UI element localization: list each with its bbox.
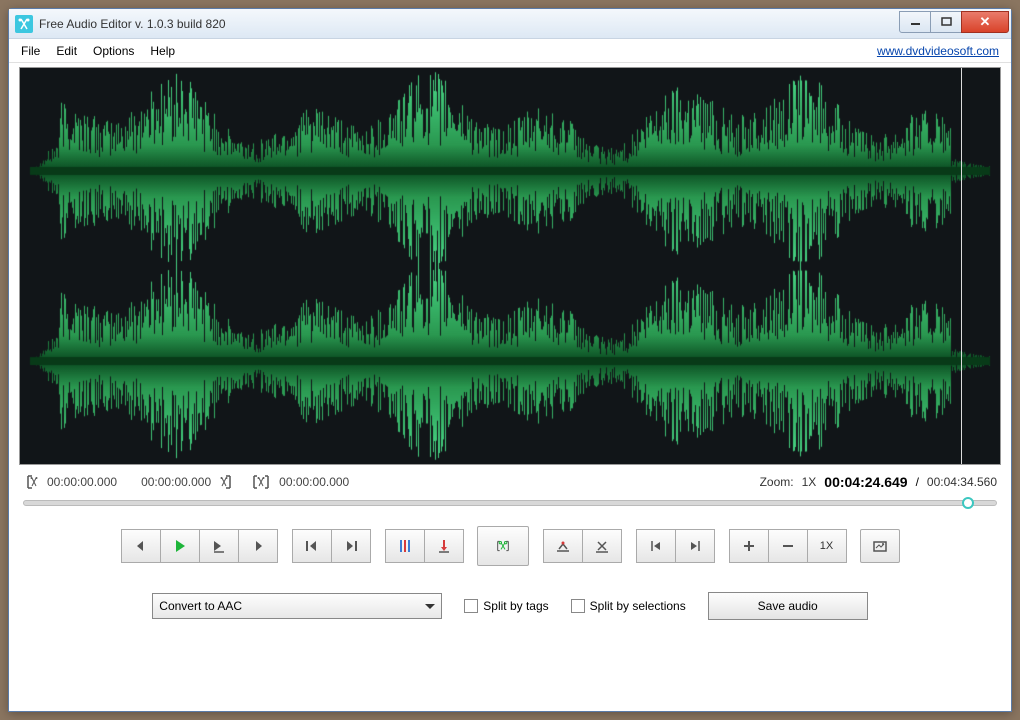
checkbox-box xyxy=(464,599,478,613)
export-row: Convert to AAC Split by tags Split by se… xyxy=(19,588,1001,624)
playback-status: Zoom: 1X 00:04:24.649 / 00:04:34.560 xyxy=(760,474,997,490)
menu-help[interactable]: Help xyxy=(142,41,183,61)
selection-start-group: 00:00:00.000 xyxy=(23,474,117,490)
seek-thumb[interactable] xyxy=(962,497,974,509)
skip-group xyxy=(292,529,371,566)
website-link[interactable]: www.dvdvideosoft.com xyxy=(877,44,1007,58)
scissors-bracket-icon xyxy=(251,474,271,490)
selection-start-icon xyxy=(23,474,39,490)
waveform-display[interactable] xyxy=(19,67,1001,465)
selection-start-time: 00:00:00.000 xyxy=(47,475,117,489)
selection-info-row: 00:00:00.000 00:00:00.000 00:00:00.000 Z… xyxy=(19,465,1001,495)
zoom-reset-button[interactable]: 1X xyxy=(807,529,847,563)
split-selections-label: Split by selections xyxy=(590,599,686,613)
skip-end-button[interactable] xyxy=(331,529,371,563)
goto-group xyxy=(636,529,715,566)
titlebar[interactable]: Free Audio Editor v. 1.0.3 build 820 ✕ xyxy=(9,9,1011,39)
cut-selection-button[interactable] xyxy=(477,526,529,566)
zoom-label: Zoom: xyxy=(760,475,794,489)
screenshot-button[interactable] xyxy=(860,529,900,563)
save-audio-button[interactable]: Save audio xyxy=(708,592,868,620)
markers-button[interactable] xyxy=(385,529,425,563)
menu-file[interactable]: File xyxy=(13,41,48,61)
zoom-value: 1X xyxy=(802,475,817,489)
close-button[interactable]: ✕ xyxy=(961,11,1009,33)
marker-down-button[interactable] xyxy=(424,529,464,563)
delete-button[interactable] xyxy=(582,529,622,563)
play-selection-button[interactable] xyxy=(199,529,239,563)
split-by-selections-checkbox[interactable]: Split by selections xyxy=(571,599,686,613)
content-area: 00:00:00.000 00:00:00.000 00:00:00.000 Z… xyxy=(9,63,1011,711)
selection-end-icon xyxy=(219,474,235,490)
time-separator: / xyxy=(916,475,919,489)
marker-group xyxy=(385,529,464,566)
cut-time-group: 00:00:00.000 xyxy=(251,474,349,490)
menu-edit[interactable]: Edit xyxy=(48,41,85,61)
step-forward-button[interactable] xyxy=(238,529,278,563)
convert-format-select[interactable]: Convert to AAC xyxy=(152,593,442,619)
step-back-button[interactable] xyxy=(121,529,161,563)
menubar: File Edit Options Help www.dvdvideosoft.… xyxy=(9,39,1011,63)
minimize-button[interactable] xyxy=(899,11,931,33)
app-icon xyxy=(15,15,33,33)
playback-group xyxy=(121,529,278,566)
save-button-label: Save audio xyxy=(758,599,818,613)
split-tags-label: Split by tags xyxy=(483,599,548,613)
split-by-tags-checkbox[interactable]: Split by tags xyxy=(464,599,548,613)
selection-end-time: 00:00:00.000 xyxy=(141,475,211,489)
edit-group xyxy=(543,529,622,566)
seek-slider-row xyxy=(19,495,1001,511)
goto-end-button[interactable] xyxy=(675,529,715,563)
app-window: Free Audio Editor v. 1.0.3 build 820 ✕ F… xyxy=(8,8,1012,712)
convert-format-value: Convert to AAC xyxy=(159,599,242,613)
playhead-cursor[interactable] xyxy=(961,68,962,464)
selection-end-group: 00:00:00.000 xyxy=(141,474,235,490)
maximize-button[interactable] xyxy=(930,11,962,33)
window-controls: ✕ xyxy=(900,11,1009,33)
zoom-out-button[interactable] xyxy=(768,529,808,563)
crop-button[interactable] xyxy=(543,529,583,563)
menu-options[interactable]: Options xyxy=(85,41,142,61)
window-title: Free Audio Editor v. 1.0.3 build 820 xyxy=(39,17,900,31)
skip-start-button[interactable] xyxy=(292,529,332,563)
zoom-in-button[interactable] xyxy=(729,529,769,563)
checkbox-box xyxy=(571,599,585,613)
cut-duration-time: 00:00:00.000 xyxy=(279,475,349,489)
goto-start-button[interactable] xyxy=(636,529,676,563)
current-position: 00:04:24.649 xyxy=(824,474,907,490)
seek-slider[interactable] xyxy=(23,500,997,506)
zoom-group: 1X xyxy=(729,529,847,566)
play-button[interactable] xyxy=(160,529,200,563)
dropdown-arrow-icon xyxy=(425,604,435,609)
total-duration: 00:04:34.560 xyxy=(927,475,997,489)
transport-toolbar: 1X xyxy=(19,525,1001,588)
